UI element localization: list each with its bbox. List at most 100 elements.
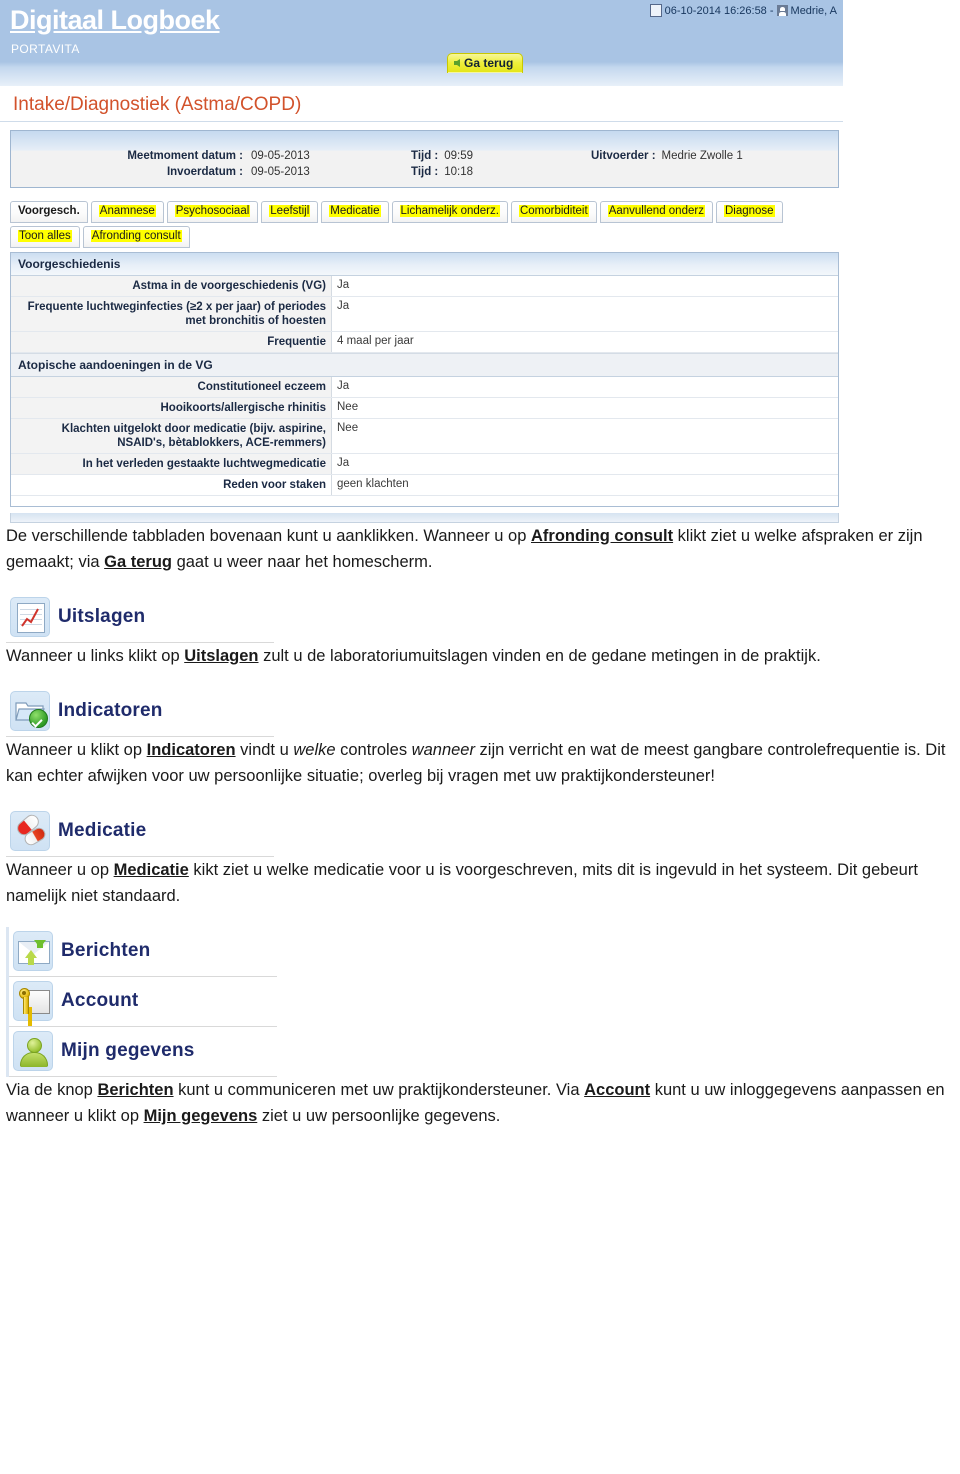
paragraph-medicatie: Wanneer u op Medicatie kikt ziet u welke… bbox=[6, 857, 954, 909]
meetmoment-label: Meetmoment datum : bbox=[127, 150, 243, 162]
uitslagen-label: Uitslagen bbox=[58, 606, 146, 627]
visit-info-panel: Meetmoment datum : 09-05-2013 Tijd : 09:5… bbox=[10, 130, 839, 188]
tab-toon-alles[interactable]: Toon alles bbox=[10, 226, 80, 248]
uitvoerder-label: Uitvoerder : bbox=[591, 150, 656, 162]
tab-aanvullend-onderz[interactable]: Aanvullend onderz bbox=[599, 201, 713, 223]
row-value: 4 maal per jaar bbox=[331, 331, 838, 353]
medicatie-block: Medicatie bbox=[6, 807, 954, 857]
title-divider bbox=[0, 121, 843, 122]
tab-voorgesch[interactable]: Voorgesch. bbox=[10, 201, 88, 223]
meetmoment-value: 09-05-2013 bbox=[251, 150, 310, 162]
p1-text-d: gaat u weer naar het homescherm. bbox=[172, 553, 433, 571]
tab-comorbiditeit[interactable]: Comorbiditeit bbox=[510, 201, 597, 223]
row-value: Ja bbox=[331, 453, 838, 475]
ind-italic-wanneer: wanneer bbox=[411, 741, 475, 759]
tab-diagnose[interactable]: Diagnose bbox=[715, 201, 783, 223]
account-label: Account bbox=[61, 990, 139, 1011]
account-menu-item[interactable]: Account bbox=[9, 977, 277, 1027]
indicatoren-block: Indicatoren bbox=[6, 687, 954, 737]
tab-row-primary: Voorgesch. Anamnese Psychosociaal Leefstijl… bbox=[10, 201, 840, 223]
tab-label: Voorgesch. bbox=[18, 205, 80, 217]
tab-label: Comorbiditeit bbox=[518, 205, 589, 217]
last-text-a: Via de knop bbox=[6, 1081, 98, 1099]
uit-text-a: Wanneer u links klikt op bbox=[6, 647, 185, 665]
row-label: Constitutioneel eczeem bbox=[11, 377, 332, 398]
table-row: Reden voor staken geen klachten bbox=[11, 474, 838, 496]
last-bold-berichten: Berichten bbox=[97, 1081, 174, 1099]
p1-bold-afronding: Afronding consult bbox=[531, 527, 674, 545]
tijd-value-1: 09:59 bbox=[444, 150, 474, 162]
row-label: Frequente luchtweginfecties (≥2 x per ja… bbox=[11, 296, 332, 332]
tab-label: Diagnose bbox=[723, 205, 775, 217]
account-icons-block: Berichten Account Mijn gegevens bbox=[6, 927, 954, 1077]
tab-anamnese[interactable]: Anamnese bbox=[90, 201, 164, 223]
p1-text-a: De verschillende tabbladen bovenaan kunt… bbox=[6, 527, 531, 545]
ga-terug-label: Ga terug bbox=[464, 56, 514, 70]
ga-terug-button[interactable]: Ga terug bbox=[447, 53, 524, 73]
row-value: Nee bbox=[331, 418, 838, 454]
row-label: Hooikoorts/allergische rhinitis bbox=[11, 397, 332, 419]
ind-bold: Indicatoren bbox=[146, 741, 236, 759]
tab-medicatie[interactable]: Medicatie bbox=[321, 201, 389, 223]
tab-label: Aanvullend onderz bbox=[607, 205, 705, 217]
last-bold-gegevens: Mijn gegevens bbox=[143, 1107, 258, 1125]
arrow-left-icon bbox=[454, 59, 460, 67]
berichten-menu-item[interactable]: Berichten bbox=[9, 927, 277, 977]
key-icon bbox=[13, 981, 53, 1021]
section-header-atopische: Atopische aandoeningen in de VG bbox=[11, 353, 838, 377]
p1-bold-gaterug: Ga terug bbox=[104, 553, 172, 571]
envelope-icon bbox=[13, 931, 53, 971]
tijd-value-2: 10:18 bbox=[444, 166, 474, 178]
ind-italic-welke: welke bbox=[293, 741, 336, 759]
row-label: Reden voor staken bbox=[11, 474, 332, 496]
medicatie-menu-item[interactable]: Medicatie bbox=[6, 807, 274, 857]
indicatoren-menu-item[interactable]: Indicatoren bbox=[6, 687, 274, 737]
app-subtitle: PORTAVITA bbox=[11, 42, 80, 56]
section2-rows: Constitutioneel eczeem Ja Hooikoorts/aller… bbox=[11, 377, 838, 496]
document-body: De verschillende tabbladen bovenaan kunt… bbox=[0, 523, 960, 1129]
medicatie-label: Medicatie bbox=[58, 820, 147, 841]
screen-icon bbox=[649, 4, 662, 17]
tab-lichamelijk-onderz[interactable]: Lichamelijk onderz. bbox=[391, 201, 508, 223]
med-text-a: Wanneer u op bbox=[6, 861, 114, 879]
row-value: Ja bbox=[331, 296, 838, 332]
row-label: Frequentie bbox=[11, 331, 332, 353]
table-row: In het verleden gestaakte luchtwegmedica… bbox=[11, 453, 838, 475]
tab-leefstijl[interactable]: Leefstijl bbox=[261, 201, 319, 223]
row-label: Klachten uitgelokt door medicatie (bijv.… bbox=[11, 418, 332, 454]
tab-afronding-consult[interactable]: Afronding consult bbox=[82, 226, 190, 248]
uit-text-c: zult u de laboratoriumuitslagen vinden e… bbox=[258, 647, 821, 665]
table-row: Frequentie 4 maal per jaar bbox=[11, 331, 838, 353]
uit-bold: Uitslagen bbox=[184, 647, 259, 665]
row-value: Nee bbox=[331, 397, 838, 419]
tab-label: Medicatie bbox=[329, 205, 381, 217]
tab-row-secondary: Toon alles Afronding consult bbox=[10, 226, 840, 248]
person-icon bbox=[13, 1031, 53, 1071]
tab-psychosociaal[interactable]: Psychosociaal bbox=[166, 201, 259, 223]
check-badge-icon bbox=[29, 709, 48, 728]
row-label: Astma in de voorgeschiedenis (VG) bbox=[11, 276, 332, 297]
tab-label: Psychosociaal bbox=[174, 205, 251, 217]
ind-text-a: Wanneer u klikt op bbox=[6, 741, 147, 759]
uitvoerder-value: Medrie Zwolle 1 bbox=[661, 150, 743, 162]
tijd-label-2: Tijd : bbox=[411, 166, 439, 178]
tijd-label-1: Tijd : bbox=[411, 150, 439, 162]
paragraph-tabs: De verschillende tabbladen bovenaan kunt… bbox=[6, 523, 954, 575]
table-row: Constitutioneel eczeem Ja bbox=[11, 377, 838, 398]
folder-check-icon bbox=[10, 691, 50, 731]
invoerdatum-value: 09-05-2013 bbox=[251, 166, 310, 178]
user-icon bbox=[776, 5, 788, 16]
table-row: Astma in de voorgeschiedenis (VG) Ja bbox=[11, 276, 838, 297]
voorgeschiedenis-table: Voorgeschiedenis Astma in de voorgeschie… bbox=[10, 252, 839, 507]
last-text-e: ziet u uw persoonlijke gegevens. bbox=[257, 1107, 501, 1125]
mijn-gegevens-label: Mijn gegevens bbox=[61, 1040, 195, 1061]
mijn-gegevens-menu-item[interactable]: Mijn gegevens bbox=[9, 1027, 277, 1077]
tab-bar: Voorgesch. Anamnese Psychosociaal Leefstijl… bbox=[10, 201, 840, 248]
berichten-label: Berichten bbox=[61, 940, 151, 961]
table-row: Hooikoorts/allergische rhinitis Nee bbox=[11, 397, 838, 419]
pills-icon bbox=[10, 811, 50, 851]
section1-rows: Astma in de voorgeschiedenis (VG) Ja Frequ… bbox=[11, 276, 838, 353]
chart-icon bbox=[10, 597, 50, 637]
uitslagen-menu-item[interactable]: Uitslagen bbox=[6, 593, 274, 643]
row-label: In het verleden gestaakte luchtwegmedica… bbox=[11, 453, 332, 475]
